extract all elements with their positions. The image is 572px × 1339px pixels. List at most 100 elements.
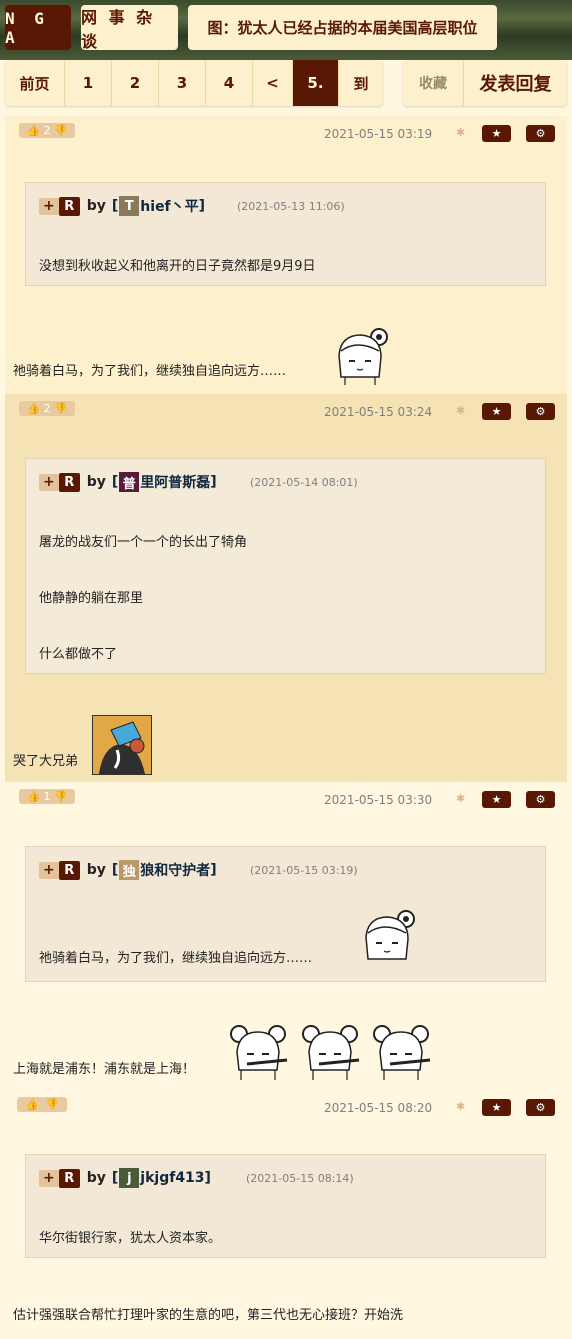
quote-block: + R by [普里阿普斯磊] (2021-05-14 08:01) 屠龙的战友… bbox=[25, 458, 546, 674]
post-date: 2021-05-15 03:19 bbox=[324, 127, 433, 141]
post-body: 估计强强联合帮忙打理叶家的生意的吧，第三代也无心接班？开始洗 bbox=[13, 1308, 404, 1323]
gear-icon: ⚙ bbox=[535, 127, 546, 140]
page-3-button[interactable]: 3 bbox=[159, 60, 206, 106]
thumbs-up-icon: 👍 bbox=[26, 790, 41, 803]
quote-text: 屠龙的战友们一个一个的长出了犄角 bbox=[39, 535, 248, 550]
thumbs-down-icon: 👎 bbox=[45, 1098, 59, 1111]
post-4: 👍 👎 2021-05-15 08:20 ✱ ★ ⚙ + R by [j jkjgf… bbox=[5, 1090, 567, 1339]
user-initial-badge: 独 bbox=[119, 860, 140, 880]
post-3: 👍 1 👎 2021-05-15 03:30 ✱ ★ ⚙ + R by [独狼和守护… bbox=[5, 782, 567, 1090]
page-1-button[interactable]: 1 bbox=[65, 60, 112, 106]
android-icon: ✱ bbox=[456, 1100, 466, 1113]
anime-girl-sticker bbox=[338, 328, 388, 385]
settings-button[interactable]: ⚙ bbox=[526, 403, 555, 420]
thumbs-down-icon: 👎 bbox=[53, 124, 68, 137]
pagination: 前页 1 2 3 4 < 5. 到 bbox=[5, 60, 383, 106]
quote-header: + R by [j jkjgf413] bbox=[39, 1168, 211, 1188]
quote-block: + R by [独狼和守护者] (2021-05-15 03:19) 祂骑着白马… bbox=[25, 846, 546, 982]
by-label: by bbox=[86, 474, 106, 490]
quote-date: (2021-05-13 11:06) bbox=[237, 200, 345, 213]
post-body: 哭了大兄弟 bbox=[13, 754, 79, 769]
post-meta: 👍 👎 2021-05-15 08:20 ✱ ★ ⚙ bbox=[5, 1090, 567, 1120]
expand-quote-button[interactable]: + bbox=[39, 861, 59, 879]
quote-header: + R by [Thief丶平] bbox=[39, 196, 205, 216]
page-4-button[interactable]: 4 bbox=[206, 60, 253, 106]
quoted-username[interactable]: [j jkjgf413] bbox=[112, 1168, 211, 1188]
quote-text: 什么都做不了 bbox=[39, 647, 118, 662]
post-2: 👍 2 👎 2021-05-15 03:24 ✱ ★ ⚙ + R by [普里阿普斯… bbox=[5, 394, 567, 782]
star-icon: ★ bbox=[491, 793, 502, 806]
user-initial-badge: T bbox=[119, 196, 140, 216]
android-icon: ✱ bbox=[456, 792, 466, 805]
post-date: 2021-05-15 03:24 bbox=[324, 405, 433, 419]
page-2-button[interactable]: 2 bbox=[112, 60, 159, 106]
star-button[interactable]: ★ bbox=[482, 125, 511, 142]
quote-header: + R by [普里阿普斯磊] bbox=[39, 472, 217, 492]
star-button[interactable]: ★ bbox=[482, 1099, 511, 1116]
thumbs-up-icon: 👍 bbox=[25, 1098, 39, 1111]
reply-button[interactable]: 发表回复 bbox=[464, 60, 567, 106]
reply-ref-button[interactable]: R bbox=[58, 860, 80, 880]
quote-date: (2021-05-15 08:14) bbox=[246, 1172, 354, 1185]
like-counter[interactable]: 👍 2 👎 bbox=[19, 401, 75, 416]
user-initial-badge: j bbox=[119, 1168, 140, 1188]
expand-quote-button[interactable]: + bbox=[39, 473, 59, 491]
post-meta: 👍 1 👎 2021-05-15 03:30 ✱ ★ ⚙ bbox=[5, 782, 567, 812]
reply-ref-button[interactable]: R bbox=[58, 196, 80, 216]
android-icon: ✱ bbox=[456, 126, 466, 139]
star-icon: ★ bbox=[491, 1101, 502, 1114]
current-page-button[interactable]: 5. bbox=[293, 60, 339, 106]
star-icon: ★ bbox=[491, 405, 502, 418]
post-meta: 👍 2 👎 2021-05-15 03:19 ✱ ★ ⚙ bbox=[5, 116, 567, 146]
thumbs-down-icon: 👎 bbox=[53, 790, 68, 803]
user-initial-badge: 普 bbox=[119, 472, 140, 492]
anime-girl-flute-sticker bbox=[302, 1025, 360, 1080]
anime-girl-flute-sticker bbox=[230, 1025, 288, 1080]
quoted-username[interactable]: [普里阿普斯磊] bbox=[112, 472, 217, 492]
like-counter[interactable]: 👍 1 👎 bbox=[19, 789, 75, 804]
first-page-button[interactable]: 前页 bbox=[5, 60, 65, 106]
android-icon: ✱ bbox=[456, 404, 466, 417]
post-meta: 👍 2 👎 2021-05-15 03:24 ✱ ★ ⚙ bbox=[5, 394, 567, 424]
quote-block: + R by [j jkjgf413] (2021-05-15 08:14) 华尔… bbox=[25, 1154, 546, 1258]
star-button[interactable]: ★ bbox=[482, 791, 511, 808]
goto-page-button[interactable]: 到 bbox=[339, 60, 383, 106]
gear-icon: ⚙ bbox=[535, 793, 546, 806]
thumbs-down-icon: 👎 bbox=[53, 402, 68, 415]
prev-page-button[interactable]: < bbox=[253, 60, 293, 106]
settings-button[interactable]: ⚙ bbox=[526, 1099, 555, 1116]
by-label: by bbox=[86, 862, 106, 878]
settings-button[interactable]: ⚙ bbox=[526, 125, 555, 142]
nga-logo-button[interactable]: N G A bbox=[5, 5, 71, 50]
quoted-username[interactable]: [独狼和守护者] bbox=[112, 860, 217, 880]
thread-title[interactable]: 图：犹太人已经占据的本届美国高层职位 bbox=[188, 5, 497, 50]
quote-date: (2021-05-15 03:19) bbox=[250, 864, 358, 877]
anime-girl-flute-sticker bbox=[373, 1025, 431, 1080]
post-body: 祂骑着白马，为了我们，继续独自追向远方…… bbox=[13, 364, 287, 379]
post-date: 2021-05-15 03:30 bbox=[324, 793, 433, 807]
reply-ref-button[interactable]: R bbox=[58, 472, 80, 492]
like-counter[interactable]: 👍 👎 bbox=[17, 1097, 67, 1112]
settings-button[interactable]: ⚙ bbox=[526, 791, 555, 808]
by-label: by bbox=[86, 198, 106, 214]
expand-quote-button[interactable]: + bbox=[39, 197, 59, 215]
quote-text: 他静静的躺在那里 bbox=[39, 591, 144, 606]
favorite-button[interactable]: 收藏 bbox=[403, 60, 464, 106]
quote-header: + R by [独狼和守护者] bbox=[39, 860, 217, 880]
quote-text: 没想到秋收起义和他离开的日子竟然都是9月9日 bbox=[39, 259, 316, 274]
post-1: 👍 2 👎 2021-05-15 03:19 ✱ ★ ⚙ + R by [Thief… bbox=[5, 116, 567, 394]
thread-actions: 收藏 发表回复 bbox=[403, 60, 567, 106]
like-counter[interactable]: 👍 2 👎 bbox=[19, 123, 75, 138]
quoted-username[interactable]: [Thief丶平] bbox=[112, 196, 205, 216]
post-date: 2021-05-15 08:20 bbox=[324, 1101, 433, 1115]
star-icon: ★ bbox=[491, 127, 502, 140]
thumbs-up-icon: 👍 bbox=[26, 402, 41, 415]
reply-ref-button[interactable]: R bbox=[58, 1168, 80, 1188]
forum-breadcrumb[interactable]: 网 事 杂 谈 bbox=[81, 5, 178, 51]
star-button[interactable]: ★ bbox=[482, 403, 511, 420]
cartoon-penguin-icon bbox=[93, 716, 151, 774]
quote-text: 华尔街银行家，犹太人资本家。 bbox=[39, 1231, 222, 1246]
expand-quote-button[interactable]: + bbox=[39, 1169, 59, 1187]
gear-icon: ⚙ bbox=[535, 405, 546, 418]
quote-block: + R by [Thief丶平] (2021-05-13 11:06) 没想到秋… bbox=[25, 182, 546, 286]
